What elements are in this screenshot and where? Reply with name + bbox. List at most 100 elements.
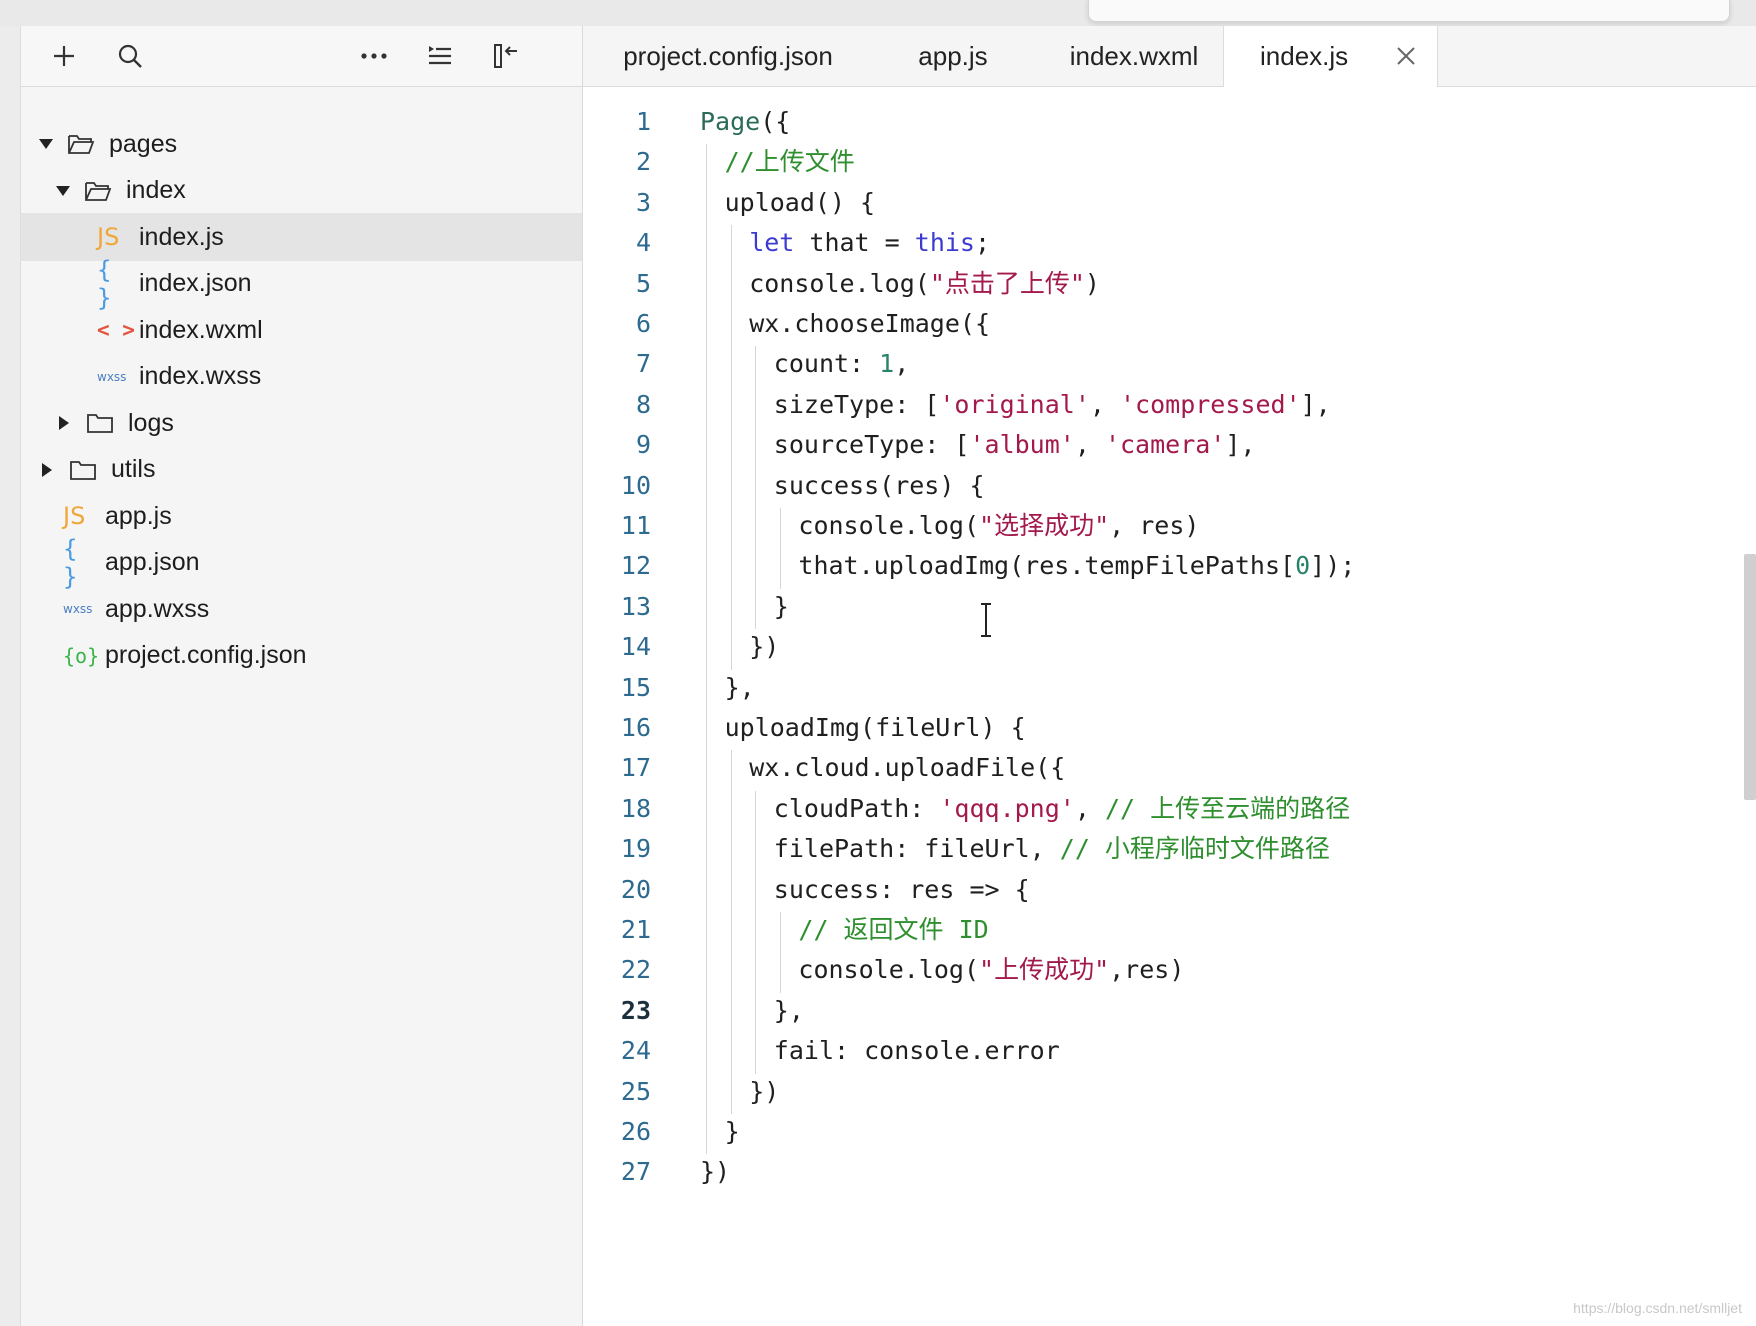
- indent-guide: [706, 1114, 707, 1155]
- indent-guide: [706, 467, 707, 508]
- line-number: 27: [620, 1157, 651, 1187]
- tree-item-logs[interactable]: logs: [21, 399, 582, 447]
- outline-button[interactable]: [423, 40, 457, 72]
- code-token: sizeType: [: [773, 389, 940, 419]
- code-token: filePath: fileUrl,: [773, 834, 1060, 864]
- indent-guide: [706, 1073, 707, 1114]
- tree-item-label: index.js: [139, 222, 224, 251]
- tree-item-index-wxss[interactable]: wxss index.wxss: [21, 353, 582, 401]
- search-button[interactable]: [113, 40, 147, 72]
- folder-icon: [69, 458, 109, 482]
- code-token: uploadImg(fileUrl) {: [724, 713, 1026, 742]
- line-number: 2: [635, 147, 651, 177]
- code-token: 'original': [939, 389, 1090, 419]
- code-line: 2 //上传文件: [583, 142, 1733, 182]
- caret-down-icon[interactable]: [39, 139, 53, 149]
- line-number: 26: [620, 1117, 651, 1146]
- code-line: 26}: [583, 1112, 1733, 1152]
- code-token: Page: [700, 107, 761, 136]
- indent-guide: [706, 225, 707, 266]
- tree-item-index-json[interactable]: { } index.json: [21, 256, 582, 312]
- indent-guide: [755, 912, 757, 953]
- indent-guide: [755, 871, 757, 912]
- tree-item-index-wxml[interactable]: < > index.wxml: [21, 306, 582, 354]
- json-file-icon: { }: [63, 534, 78, 591]
- indent-guide: [755, 952, 757, 993]
- indent-guide: [730, 992, 732, 1034]
- code-token: console.log(: [798, 511, 980, 540]
- indent-guide: [730, 912, 732, 953]
- caret-right-icon[interactable]: [59, 416, 69, 430]
- caret-right-icon[interactable]: [42, 462, 52, 477]
- code-token: ,: [1089, 389, 1120, 419]
- line-number: 19: [620, 834, 651, 864]
- caret-down-icon[interactable]: [56, 185, 70, 196]
- indent-guide: [730, 265, 732, 306]
- line-number: 12: [620, 551, 651, 581]
- line-number: 20: [620, 874, 651, 904]
- close-tab-icon[interactable]: [1393, 43, 1419, 69]
- wxss-file-icon: wxss: [97, 369, 127, 384]
- line-number: 11: [620, 511, 651, 540]
- folder-icon: [86, 411, 126, 435]
- js-file-icon: JS: [63, 502, 86, 530]
- code-token: that =: [794, 228, 915, 258]
- vertical-scrollbar[interactable]: [1744, 554, 1756, 800]
- code-token: // 返回文件 ID: [798, 915, 989, 944]
- js-file-icon: JS: [97, 223, 120, 251]
- tree-item-index-js[interactable]: JS index.js: [21, 213, 582, 261]
- tree-item-label: index.wxss: [139, 362, 262, 390]
- indent-guide: [706, 144, 707, 185]
- indent-guide: [706, 992, 707, 1034]
- code-line: 5 console.log("点击了上传"): [583, 264, 1733, 304]
- indent-guide: [706, 346, 707, 387]
- tree-item-label: utils: [111, 455, 156, 483]
- code-token: ;: [974, 228, 991, 258]
- indent-guide: [755, 346, 757, 387]
- line-number: 16: [620, 713, 651, 742]
- code-token: let: [749, 228, 795, 258]
- indent-guide: [755, 831, 757, 872]
- indent-guide: [706, 1033, 707, 1074]
- code-token: ]);: [1310, 551, 1356, 581]
- indent-guide: [730, 629, 732, 670]
- tree-item-project-config-json[interactable]: {o} project.config.json: [21, 632, 582, 680]
- indent-guide: [706, 508, 707, 549]
- more-icon: [361, 53, 387, 59]
- line-number: 18: [620, 793, 651, 823]
- tree-item-pages[interactable]: pages: [21, 120, 582, 168]
- tree-item-utils[interactable]: utils: [21, 446, 582, 494]
- code-line: 16 uploadImg(fileUrl) {: [583, 708, 1733, 748]
- tree-item-app-json[interactable]: { } app.json: [21, 535, 582, 591]
- code-line: 17 wx.cloud.uploadFile({: [583, 748, 1733, 788]
- tab-index-wxml[interactable]: index.wxml: [1009, 26, 1259, 86]
- add-file-button[interactable]: [47, 40, 81, 72]
- collapse-panel-button[interactable]: [489, 40, 523, 72]
- tree-item-index[interactable]: index: [21, 167, 582, 215]
- code-line: 27}): [583, 1152, 1733, 1192]
- window-title-bar: [0, 0, 1756, 27]
- code-token: 1: [879, 349, 895, 379]
- folder-open-icon: [84, 179, 124, 203]
- code-token: "点击了上传": [929, 268, 1085, 298]
- line-number: 13: [620, 591, 651, 621]
- code-token: // 上传至云端的路径: [1104, 793, 1351, 823]
- code-token: },: [773, 995, 804, 1025]
- line-number: 5: [635, 268, 651, 298]
- code-token: ,: [894, 349, 910, 379]
- tab-index-js[interactable]: index.js: [1223, 26, 1438, 87]
- code-token: 'album': [969, 430, 1075, 460]
- code-token: 'compressed': [1120, 389, 1301, 419]
- tree-item-app-js[interactable]: JS app.js: [21, 492, 582, 540]
- indent-guide: [730, 427, 732, 468]
- tab-project-config-json[interactable]: project.config.json: [583, 26, 873, 86]
- wxml-file-icon: < >: [97, 318, 135, 342]
- indent-guide: [706, 548, 707, 589]
- code-editor: project.config.json app.js index.wxml index…: [583, 26, 1756, 1326]
- tree-item-label: project.config.json: [105, 641, 307, 669]
- line-number: 17: [620, 753, 651, 783]
- code-token: wx.cloud.uploadFile({: [749, 753, 1066, 783]
- more-button[interactable]: [357, 40, 391, 72]
- tree-item-app-wxss[interactable]: wxss app.wxss: [21, 585, 582, 633]
- indent-guide: [706, 588, 707, 630]
